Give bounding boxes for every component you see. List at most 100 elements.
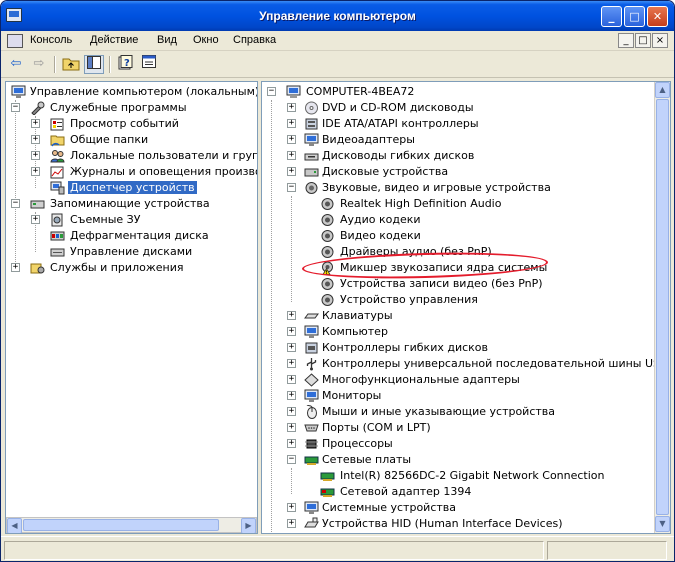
device-node-monitors[interactable]: + Мониторы [262, 388, 652, 404]
scroll-thumb[interactable] [23, 519, 219, 531]
collapse-icon[interactable]: − [287, 183, 296, 192]
expand-icon[interactable]: + [31, 151, 40, 160]
mdi-minimize-button[interactable]: _ [618, 33, 634, 48]
device-node-ide[interactable]: + IDE ATA/ATAPI контроллеры [262, 116, 652, 132]
expand-icon[interactable]: + [287, 359, 296, 368]
tree-label: Системные устройства [322, 501, 456, 514]
scroll-left-button[interactable]: ◀ [7, 518, 22, 533]
mmc-console-icon[interactable] [7, 34, 23, 48]
tree-node-performance-logs[interactable]: + Журналы и оповещения производит [6, 164, 257, 180]
expand-icon[interactable]: + [31, 119, 40, 128]
vertical-scrollbar[interactable]: ▲ ▼ [654, 82, 670, 533]
tree-node-local-users[interactable]: + Локальные пользователи и группы [6, 148, 257, 164]
tree-node-removable-storage[interactable]: + Съемные ЗУ [6, 212, 256, 228]
scroll-up-button[interactable]: ▲ [655, 82, 670, 98]
minimize-button[interactable]: _ [601, 6, 622, 27]
device-tree-pane[interactable]: − COMPUTER-4BEA72 + DVD и CD-ROM дисково… [261, 81, 671, 534]
device-node-media-control[interactable]: Устройство управления [262, 292, 652, 308]
title-bar[interactable]: Управление компьютером _ □ ✕ [1, 1, 674, 31]
device-node-ports[interactable]: + Порты (COM и LPT) [262, 420, 652, 436]
menu-view[interactable]: Вид [157, 34, 177, 46]
collapse-icon[interactable]: − [11, 199, 20, 208]
tree-label: Управление компьютером (локальным) [30, 85, 258, 98]
device-node-hid[interactable]: + Устройства HID (Human Interface Device… [262, 516, 652, 532]
tree-node-device-manager[interactable]: Диспетчер устройств [6, 180, 256, 196]
device-node-1394-adapter[interactable]: Сетевой адаптер 1394 [262, 484, 652, 500]
expand-icon[interactable]: + [31, 135, 40, 144]
device-node-floppy-drives[interactable]: + Дисководы гибких дисков [262, 148, 652, 164]
menu-window[interactable]: Окно [193, 34, 219, 46]
expand-icon[interactable]: + [287, 167, 296, 176]
tree-node-storage[interactable]: − Запоминающие устройства [6, 196, 256, 212]
maximize-button[interactable]: □ [624, 6, 645, 27]
horizontal-scrollbar[interactable]: ◀ ▶ [6, 517, 257, 533]
device-node-network[interactable]: − Сетевые платы [262, 452, 652, 468]
device-node-processors[interactable]: + Процессоры [262, 436, 652, 452]
scroll-thumb[interactable] [656, 99, 669, 515]
device-node-computer-root[interactable]: − COMPUTER-4BEA72 [262, 84, 652, 100]
up-folder-icon[interactable] [61, 55, 81, 74]
expand-icon[interactable]: + [287, 135, 296, 144]
back-arrow-icon[interactable]: ⇦ [6, 55, 26, 74]
help-icon[interactable]: ? [116, 55, 136, 74]
expand-icon[interactable]: + [287, 519, 296, 528]
tree-node-disk-management[interactable]: Управление дисками [6, 244, 256, 260]
tree-node-shared-folders[interactable]: + Общие папки [6, 132, 256, 148]
usb-icon [306, 358, 317, 371]
tree-node-event-viewer[interactable]: + Просмотр событий [6, 116, 256, 132]
tree-node-services-apps[interactable]: + Службы и приложения [6, 260, 256, 276]
tree-node-defragmenter[interactable]: Дефрагментация диска [6, 228, 256, 244]
expand-icon[interactable]: + [287, 391, 296, 400]
expand-icon[interactable]: + [287, 375, 296, 384]
device-node-disk-drives[interactable]: + Дисковые устройства [262, 164, 652, 180]
device-node-realtek-audio[interactable]: Realtek High Definition Audio [262, 196, 652, 212]
device-node-video-adapters[interactable]: + Видеоадаптеры [262, 132, 652, 148]
device-node-multifunction[interactable]: + Многофункциональные адаптеры [262, 372, 652, 388]
scroll-right-button[interactable]: ▶ [241, 518, 256, 533]
tree-node-root[interactable]: Управление компьютером (локальным) [6, 84, 258, 100]
expand-icon[interactable]: + [287, 119, 296, 128]
expand-icon[interactable]: + [11, 263, 20, 272]
expand-icon[interactable]: + [287, 103, 296, 112]
device-node-video-codecs[interactable]: Видео кодеки [262, 228, 652, 244]
mdi-close-button[interactable]: × [652, 33, 668, 48]
device-node-mice[interactable]: + Мыши и иные указывающие устройства [262, 404, 652, 420]
menu-console[interactable]: Консоль [30, 34, 72, 46]
expand-icon[interactable]: + [287, 439, 296, 448]
properties-icon[interactable] [139, 55, 159, 74]
expand-icon[interactable]: + [287, 343, 296, 352]
device-node-computer[interactable]: + Компьютер [262, 324, 652, 340]
tree-node-system-tools[interactable]: − Служебные программы [6, 100, 256, 116]
show-hide-tree-icon[interactable] [84, 55, 104, 74]
tree-label-selected: Диспетчер устройств [67, 180, 198, 195]
mouse-icon [306, 405, 317, 419]
expand-icon[interactable]: + [31, 215, 40, 224]
scroll-down-button[interactable]: ▼ [655, 516, 670, 532]
device-node-intel-nic[interactable]: Intel(R) 82566DC-2 Gigabit Network Conne… [262, 468, 652, 484]
console-tree-pane[interactable]: Управление компьютером (локальным) − Слу… [5, 81, 258, 534]
mdi-restore-button[interactable]: □ [635, 33, 651, 48]
device-node-keyboards[interactable]: + Клавиатуры [262, 308, 652, 324]
menu-help[interactable]: Справка [233, 34, 276, 46]
device-node-floppy-controllers[interactable]: + Контроллеры гибких дисков [262, 340, 652, 356]
device-node-sound[interactable]: − Звуковые, видео и игровые устройства [262, 180, 652, 196]
expand-icon[interactable]: + [31, 167, 40, 176]
device-node-dvd[interactable]: + DVD и CD-ROM дисководы [262, 100, 652, 116]
device-node-audio-codecs[interactable]: Аудио кодеки [262, 212, 652, 228]
expand-icon[interactable]: + [287, 407, 296, 416]
device-node-system-devices[interactable]: + Системные устройства [262, 500, 652, 516]
collapse-icon[interactable]: − [287, 455, 296, 464]
forward-arrow-icon[interactable]: ⇨ [29, 55, 49, 74]
expand-icon[interactable]: + [287, 311, 296, 320]
close-button[interactable]: ✕ [647, 6, 668, 27]
collapse-icon[interactable]: − [267, 87, 276, 96]
media-control-icon [321, 294, 334, 306]
collapse-icon[interactable]: − [11, 103, 20, 112]
device-node-usb[interactable]: + Контроллеры универсальной последовател… [262, 356, 668, 372]
menu-action[interactable]: Действие [90, 34, 138, 46]
expand-icon[interactable]: + [287, 503, 296, 512]
expand-icon[interactable]: + [287, 423, 296, 432]
device-node-video-capture[interactable]: Устройства записи видео (без PnP) [262, 276, 652, 292]
expand-icon[interactable]: + [287, 327, 296, 336]
expand-icon[interactable]: + [287, 151, 296, 160]
